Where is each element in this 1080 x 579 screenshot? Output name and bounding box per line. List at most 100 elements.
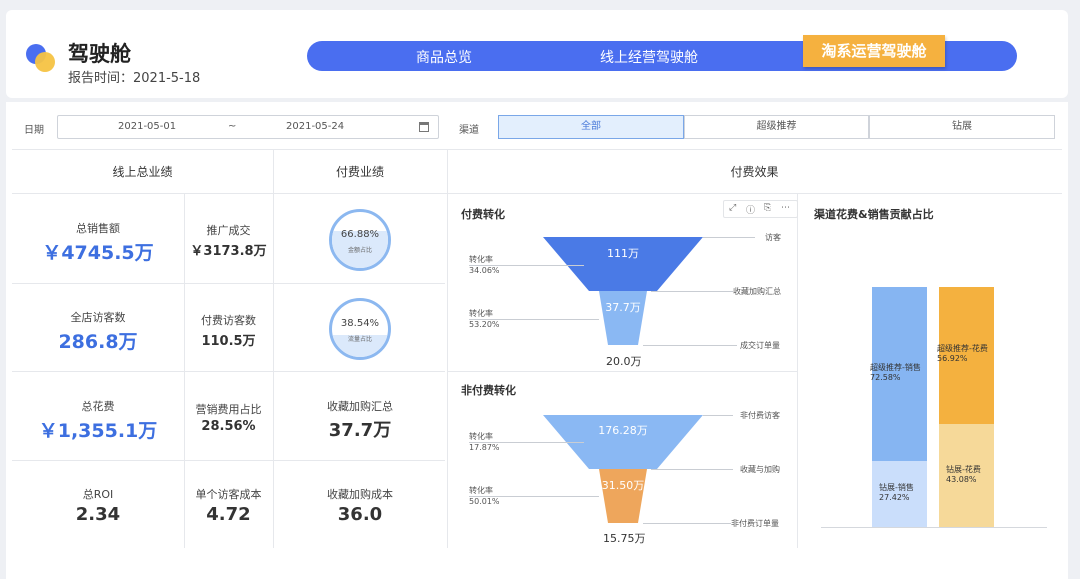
leader-line xyxy=(651,291,733,292)
metric-label: 收藏加购成本 xyxy=(327,488,393,501)
nav-tab-taobao-cockpit[interactable]: 淘系运营驾驶舱 xyxy=(803,35,945,67)
free-rate2-value: 50.01% xyxy=(469,497,500,506)
free-funnel-bottom-value: 15.75万 xyxy=(603,532,646,545)
logo-icon xyxy=(26,44,56,74)
free-funnel-top-value: 176.28万 xyxy=(598,424,648,437)
bar-series-pct: 56.92% xyxy=(937,354,968,363)
metric-promo-deal: 推广成交 ￥3173.8万 xyxy=(184,222,273,259)
gauge-caption: 金额占比 xyxy=(347,247,372,254)
export-icon[interactable]: ⎘ xyxy=(764,203,771,213)
leader-line xyxy=(651,469,733,470)
leader-line xyxy=(643,523,731,524)
metric-label: 总销售额 xyxy=(76,222,120,235)
metric-total-cost: 总花费 ￥1,355.1万 xyxy=(12,398,184,443)
top-nav: 商品总览 线上经营驾驶舱 淘系运营驾驶舱 xyxy=(307,35,1017,71)
date-start: 2021-05-01 xyxy=(118,121,177,132)
metric-visitors: 全店访客数 286.8万 xyxy=(12,309,184,354)
metric-value: ￥3173.8万 xyxy=(190,244,267,259)
gauge-amount-ratio: 66.88% 金额占比 xyxy=(329,209,391,271)
divider xyxy=(447,371,797,372)
metric-marketing-ratio: 营销费用占比 28.56% xyxy=(184,401,273,434)
bar-series-label: 超级推荐-花费 xyxy=(937,344,988,353)
paid-funnel-title: 付费转化 xyxy=(461,208,505,221)
leader-line xyxy=(643,345,737,346)
metric-value: 36.0 xyxy=(337,504,383,525)
bar-series-pct: 72.58% xyxy=(870,373,901,382)
more-icon[interactable]: ⋯ xyxy=(781,203,790,213)
bar-series-label: 超级推荐-销售 xyxy=(870,363,921,372)
metric-value: ￥1,355.1万 xyxy=(38,420,158,442)
channel-zuanzhan-button[interactable]: 钻展 xyxy=(869,115,1055,139)
date-label: 日期 xyxy=(24,125,44,136)
channel-super-recommend-button[interactable]: 超级推荐 xyxy=(684,115,869,139)
divider xyxy=(12,371,445,372)
free-rate2-label: 转化率 xyxy=(469,486,493,495)
divider xyxy=(12,149,1062,150)
channel-all-button[interactable]: 全部 xyxy=(498,115,684,139)
paid-funnel-top-value: 111万 xyxy=(607,247,639,260)
date-range-picker[interactable]: 2021-05-01 ~ 2021-05-24 xyxy=(57,115,439,139)
leader-line xyxy=(469,265,584,266)
free-rate1-label: 转化率 xyxy=(469,432,493,441)
bar-label-super-sales: 超级推荐-销售 72.58% xyxy=(870,363,921,383)
calendar-icon[interactable] xyxy=(419,122,429,132)
free-funnel-title: 非付费转化 xyxy=(461,384,516,397)
paid-rate2-value: 53.20% xyxy=(469,320,500,329)
metric-label: 总ROI xyxy=(82,488,114,501)
nav-tab-product-overview[interactable]: 商品总览 xyxy=(416,47,472,67)
metric-value: 2.34 xyxy=(75,504,121,525)
metric-total-sales: 总销售额 ￥4745.5万 xyxy=(12,220,184,265)
gauge-traffic-ratio: 38.54% 流量占比 xyxy=(329,298,391,360)
divider xyxy=(12,460,445,461)
paid-stage1-label: 访客 xyxy=(765,233,781,242)
leader-line xyxy=(703,415,733,416)
date-end: 2021-05-24 xyxy=(286,121,345,132)
page-title: 驾驶舱 xyxy=(68,42,131,66)
channel-label: 渠道 xyxy=(459,125,479,136)
header-bar: 驾驶舱 报告时间：2021-5-18 商品总览 线上经营驾驶舱 淘系运营驾驶舱 xyxy=(6,10,1068,98)
metric-label: 全店访客数 xyxy=(70,311,126,324)
bar-series-label: 钻展-花费 xyxy=(946,465,981,474)
metric-unit-visitor-cost: 单个访客成本 4.72 xyxy=(184,486,273,525)
metric-value: ￥4745.5万 xyxy=(42,242,154,264)
paid-stage2-label: 收藏加购汇总 xyxy=(733,287,781,296)
metric-label: 营销费用占比 xyxy=(195,403,262,416)
paid-funnel-bottom-value: 20.0万 xyxy=(606,355,642,368)
free-stage3-label: 非付费订单量 xyxy=(731,519,779,528)
metric-label: 单个访客成本 xyxy=(195,488,262,501)
contribution-chart-title: 渠道花费&销售贡献占比 xyxy=(814,208,934,221)
section-title-online-total: 线上总业绩 xyxy=(112,165,173,179)
divider xyxy=(12,193,1062,194)
expand-icon[interactable]: ⤢ xyxy=(729,203,736,213)
divider xyxy=(12,283,445,284)
leader-line xyxy=(469,319,599,320)
divider xyxy=(447,149,448,548)
metric-fav-cost: 收藏加购成本 36.0 xyxy=(273,486,447,525)
gauge-percent: 66.88% xyxy=(340,229,380,240)
paid-rate1-label: 转化率 xyxy=(469,255,493,264)
chart-baseline xyxy=(821,527,1047,528)
paid-stage3-label: 成交订单量 xyxy=(740,341,780,350)
metric-label: 推广成交 xyxy=(206,224,251,237)
gauge-percent: 38.54% xyxy=(340,318,380,329)
nav-tab-online-cockpit[interactable]: 线上经营驾驶舱 xyxy=(600,47,698,67)
gauge-caption: 流量占比 xyxy=(347,336,372,343)
metric-label: 付费访客数 xyxy=(201,314,256,327)
metric-label: 总花费 xyxy=(81,400,115,413)
report-time: 报告时间：2021-5-18 xyxy=(68,71,201,86)
metric-value: 37.7万 xyxy=(328,420,392,441)
bar-series-pct: 27.42% xyxy=(879,493,910,502)
leader-line xyxy=(469,442,584,443)
info-icon[interactable]: ⓘ xyxy=(746,203,755,216)
section-title-paid: 付费业绩 xyxy=(335,165,384,179)
divider xyxy=(797,193,798,548)
bar-series-label: 钻展-销售 xyxy=(879,483,914,492)
free-rate1-value: 17.87% xyxy=(469,443,500,452)
main-panel: 日期 2021-05-01 ~ 2021-05-24 渠道 全部 超级推荐 钻展… xyxy=(6,102,1068,579)
metric-value: 28.56% xyxy=(201,419,256,434)
bar-label-zuanzhan-cost: 钻展-花费 43.08% xyxy=(946,465,981,485)
free-funnel-middle-value: 31.50万 xyxy=(601,479,645,492)
metric-label: 收藏加购汇总 xyxy=(327,400,393,413)
paid-funnel-middle-value: 37.7万 xyxy=(605,301,641,314)
metric-value: 4.72 xyxy=(206,504,251,525)
